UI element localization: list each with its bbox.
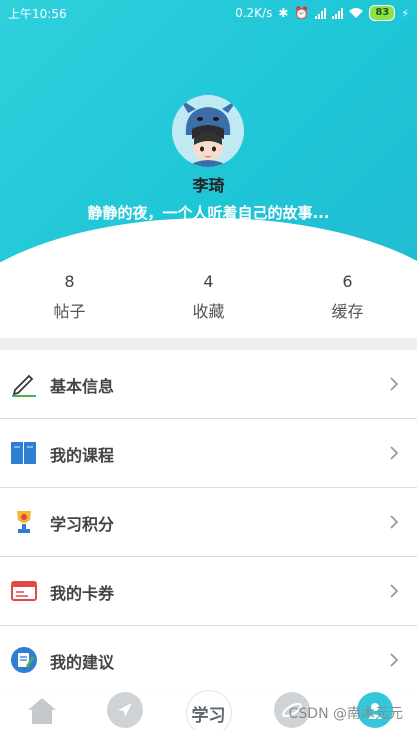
study-button: 学习 [185,690,232,730]
menu-label: 我的卡券 [50,584,115,603]
stat-posts[interactable]: 8 帖子 [0,270,139,330]
avatar-image [172,95,244,167]
card-icon [11,581,37,601]
stat-value: 6 [342,272,353,291]
chevron-right-icon [390,653,399,667]
battery-icon: 83 [369,5,396,21]
status-bar: 上午10:56 0.2K/s ✱ ⏰ 83 ⚡ [0,0,417,26]
header-wave [0,218,417,262]
bluetooth-icon: ✱ [278,6,289,20]
tab-study[interactable]: 学习 [167,690,250,730]
signature: 静静的夜，一个人听着自己的故事... [87,204,330,222]
chevron-right-icon [390,446,399,460]
navigate-icon [107,692,144,728]
username: 李琦 [192,176,225,195]
menu-list: 基本信息 我的课程 学习积分 我的卡券 我的建议 [0,350,417,695]
network-speed: 0.2K/s [235,6,273,20]
wifi-icon [349,8,364,18]
menu-item-my-coupons[interactable]: 我的卡券 [0,557,417,626]
tab-home[interactable] [0,690,83,730]
pencil-icon [12,374,36,397]
tab-discover[interactable] [83,690,166,730]
chevron-right-icon [390,377,399,391]
menu-label: 学习积分 [50,515,115,534]
stat-label: 收藏 [192,302,225,321]
signal-icon [332,7,344,19]
book-icon [11,442,36,464]
signal-icon [315,7,327,19]
menu-label: 基本信息 [50,377,115,396]
chevron-right-icon [390,515,399,529]
menu-label: 我的建议 [50,653,115,672]
alarm-icon: ⏰ [294,6,310,20]
section-divider [0,338,417,350]
stat-label: 帖子 [53,302,86,321]
menu-item-my-courses[interactable]: 我的课程 [0,419,417,488]
feedback-icon [11,647,37,673]
trophy-icon [17,511,31,533]
stats-row: 8 帖子 4 收藏 6 缓存 [0,270,417,330]
menu-item-study-points[interactable]: 学习积分 [0,488,417,557]
menu-item-my-suggestions[interactable]: 我的建议 [0,626,417,695]
stat-value: 4 [203,272,214,291]
avatar[interactable] [172,95,244,167]
stat-label: 缓存 [331,302,364,321]
menu-label: 我的课程 [50,446,115,465]
watermark: CSDN @南木元元 [288,706,403,722]
status-right: 0.2K/s ✱ ⏰ 83 ⚡ [235,5,409,21]
menu-item-basic-info[interactable]: 基本信息 [0,350,417,419]
stat-favorites[interactable]: 4 收藏 [139,270,278,330]
chevron-right-icon [390,584,399,598]
stat-value: 8 [64,272,75,291]
charging-icon: ⚡ [401,6,409,20]
stat-cache[interactable]: 6 缓存 [278,270,417,330]
status-time: 上午10:56 [8,7,67,21]
home-icon [27,698,56,724]
